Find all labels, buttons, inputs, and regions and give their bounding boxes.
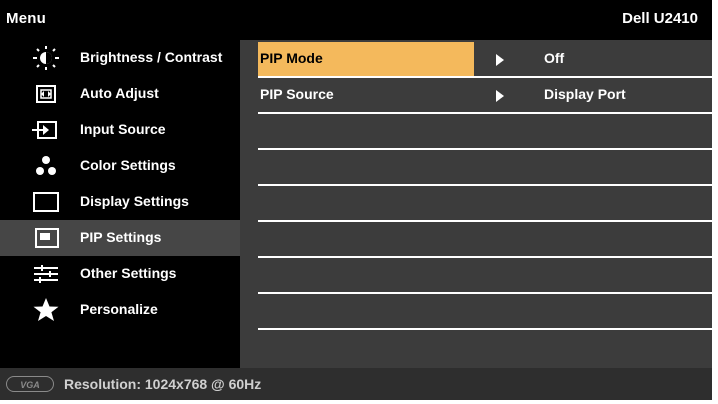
menu-item-label: Auto Adjust xyxy=(80,85,159,101)
menu-item-label: Color Settings xyxy=(80,157,176,173)
menu-item-label: Other Settings xyxy=(80,265,177,281)
personalize-icon xyxy=(28,297,64,323)
menu-item-label: PIP Settings xyxy=(80,229,162,245)
status-bar: VGA Resolution: 1024x768 @ 60Hz xyxy=(0,368,712,400)
row-value: Display Port xyxy=(544,86,626,102)
main-menu: Brightness / Contrast Auto Adjust Input … xyxy=(0,40,240,368)
submenu-row-empty xyxy=(258,258,712,294)
submenu-row-empty xyxy=(258,294,712,330)
brightness-icon xyxy=(28,45,64,71)
submenu-row-empty xyxy=(258,222,712,258)
menu-item-other-settings[interactable]: Other Settings xyxy=(0,256,240,292)
menu-item-label: Personalize xyxy=(80,301,158,317)
auto-adjust-icon xyxy=(28,81,64,107)
arrow-right-icon xyxy=(496,90,504,102)
menu-title: Menu xyxy=(6,10,46,27)
osd-header: Menu Dell U2410 xyxy=(0,0,712,40)
submenu-row-empty xyxy=(258,114,712,150)
submenu-row-pip-source[interactable]: PIP Source Display Port xyxy=(258,78,712,114)
monitor-model: Dell U2410 xyxy=(622,10,698,27)
pip-settings-panel: PIP Mode Off PIP Source Display Port xyxy=(240,40,712,368)
menu-item-label: Brightness / Contrast xyxy=(80,49,223,65)
monitor-osd: Menu Dell U2410 Brightness / Contrast Au… xyxy=(0,0,712,400)
menu-item-auto-adjust[interactable]: Auto Adjust xyxy=(0,76,240,112)
menu-item-display-settings[interactable]: Display Settings xyxy=(0,184,240,220)
row-value: Off xyxy=(544,50,565,66)
resolution-status: Resolution: 1024x768 @ 60Hz xyxy=(64,376,262,392)
row-label: PIP Source xyxy=(260,86,334,102)
menu-item-personalize[interactable]: Personalize xyxy=(0,292,240,328)
other-settings-icon xyxy=(28,261,64,287)
display-settings-icon xyxy=(28,189,64,215)
pip-settings-icon xyxy=(28,225,64,251)
row-divider xyxy=(258,328,712,330)
submenu-row-empty xyxy=(258,186,712,222)
arrow-right-icon xyxy=(496,54,504,66)
menu-item-input-source[interactable]: Input Source xyxy=(0,112,240,148)
color-settings-icon xyxy=(28,153,64,179)
submenu-row-empty xyxy=(258,150,712,186)
menu-item-color-settings[interactable]: Color Settings xyxy=(0,148,240,184)
row-label: PIP Mode xyxy=(260,50,323,66)
submenu-row-pip-mode[interactable]: PIP Mode Off xyxy=(258,42,712,78)
menu-item-pip-settings[interactable]: PIP Settings xyxy=(0,220,240,256)
menu-item-brightness-contrast[interactable]: Brightness / Contrast xyxy=(0,40,240,76)
menu-item-label: Display Settings xyxy=(80,193,189,209)
vga-connector-icon: VGA xyxy=(6,376,54,392)
menu-item-label: Input Source xyxy=(80,121,166,137)
input-source-icon xyxy=(28,117,64,143)
